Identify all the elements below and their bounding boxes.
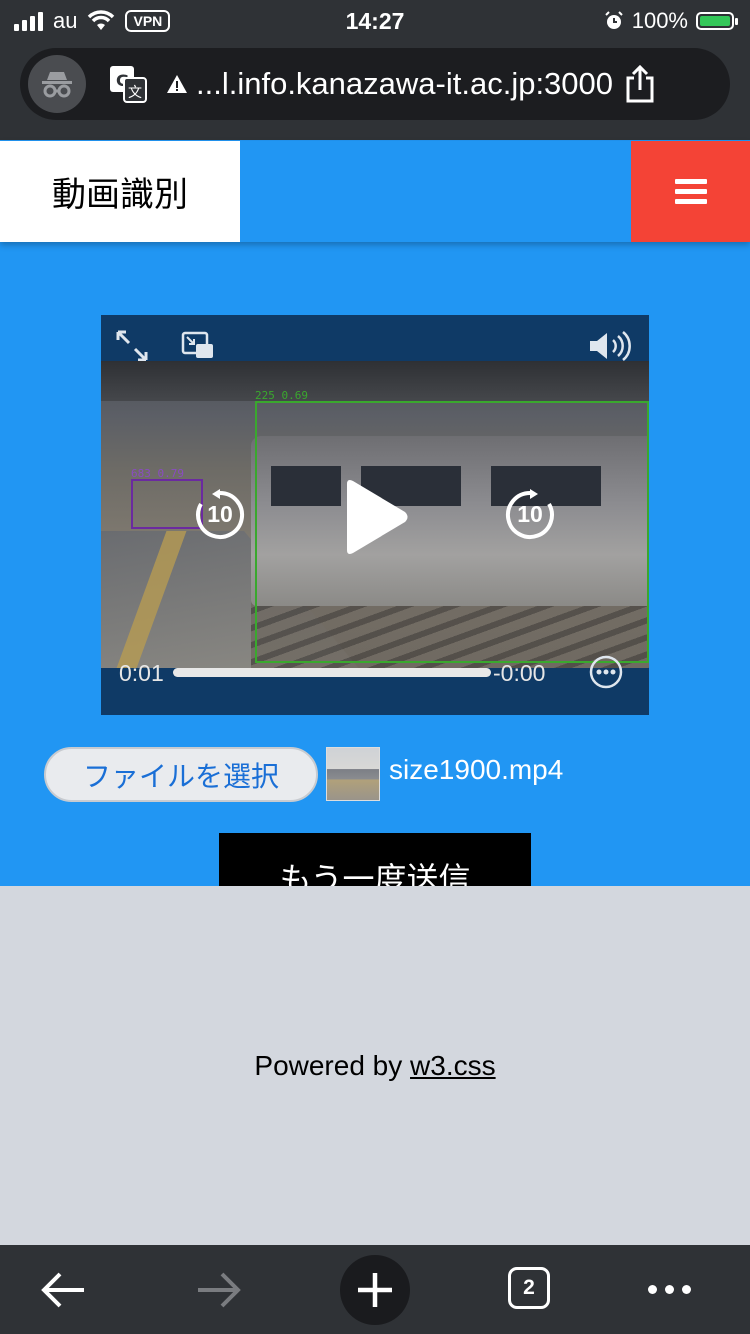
- w3css-link[interactable]: w3.css: [410, 1050, 496, 1081]
- detection-label: 225 0.69: [255, 389, 308, 402]
- video-player[interactable]: 225 0.69 683 0.79 10 10 0:01 -0:00: [101, 315, 649, 715]
- detection-box: [255, 401, 649, 663]
- footer: Powered by w3.css: [0, 886, 750, 1245]
- battery-icon: [696, 12, 738, 30]
- forward-arrow-icon[interactable]: [194, 1265, 244, 1315]
- detection-label: 683 0.79: [131, 467, 184, 480]
- picture-in-picture-icon[interactable]: [181, 331, 215, 361]
- browser-bottom-toolbar: 2: [0, 1245, 750, 1334]
- remaining-time: -0:00: [493, 660, 546, 686]
- scrubber[interactable]: [173, 668, 491, 677]
- fullscreen-icon[interactable]: [115, 329, 149, 363]
- alarm-icon: [605, 11, 623, 29]
- file-thumbnail: [326, 747, 380, 801]
- warning-icon: [167, 75, 187, 93]
- tab-count-button[interactable]: 2: [508, 1267, 550, 1309]
- selected-filename: size1900.mp4: [389, 754, 564, 785]
- translate-icon[interactable]: G 文: [108, 64, 148, 104]
- rewind-seconds: 10: [207, 501, 233, 527]
- new-tab-button[interactable]: [340, 1255, 410, 1325]
- more-options-icon[interactable]: [589, 655, 623, 689]
- play-icon[interactable]: [341, 478, 411, 556]
- footer-text: Powered by w3.css: [254, 1050, 495, 1082]
- footer-prefix: Powered by: [254, 1049, 411, 1081]
- incognito-icon[interactable]: [28, 55, 86, 113]
- forward-seconds: 10: [517, 501, 543, 527]
- status-bar: au VPN 14:27 100%: [0, 0, 750, 44]
- volume-icon[interactable]: [587, 329, 635, 363]
- resubmit-button[interactable]: もう一度送信: [219, 833, 531, 893]
- choose-file-button[interactable]: ファイルを選択: [44, 747, 318, 802]
- app-header: 動画識別: [0, 141, 750, 242]
- more-menu-icon[interactable]: [648, 1285, 691, 1294]
- battery-percent: 100%: [631, 8, 688, 33]
- address-bar[interactable]: G 文 ...l.info.kanazawa-it.ac.jp:3000: [20, 48, 730, 120]
- elapsed-time: 0:01: [119, 660, 164, 686]
- share-icon[interactable]: [623, 64, 657, 104]
- page-title: 動画識別: [52, 176, 188, 214]
- title-box[interactable]: 動画識別: [0, 141, 240, 242]
- plus-icon: [358, 1273, 392, 1307]
- url-text[interactable]: ...l.info.kanazawa-it.ac.jp:3000: [196, 66, 613, 102]
- hamburger-icon: [674, 174, 707, 209]
- back-arrow-icon[interactable]: [38, 1265, 88, 1315]
- browser-toolbar: G 文 ...l.info.kanazawa-it.ac.jp:3000: [0, 44, 750, 140]
- menu-button[interactable]: [631, 141, 750, 242]
- svg-text:文: 文: [128, 85, 142, 101]
